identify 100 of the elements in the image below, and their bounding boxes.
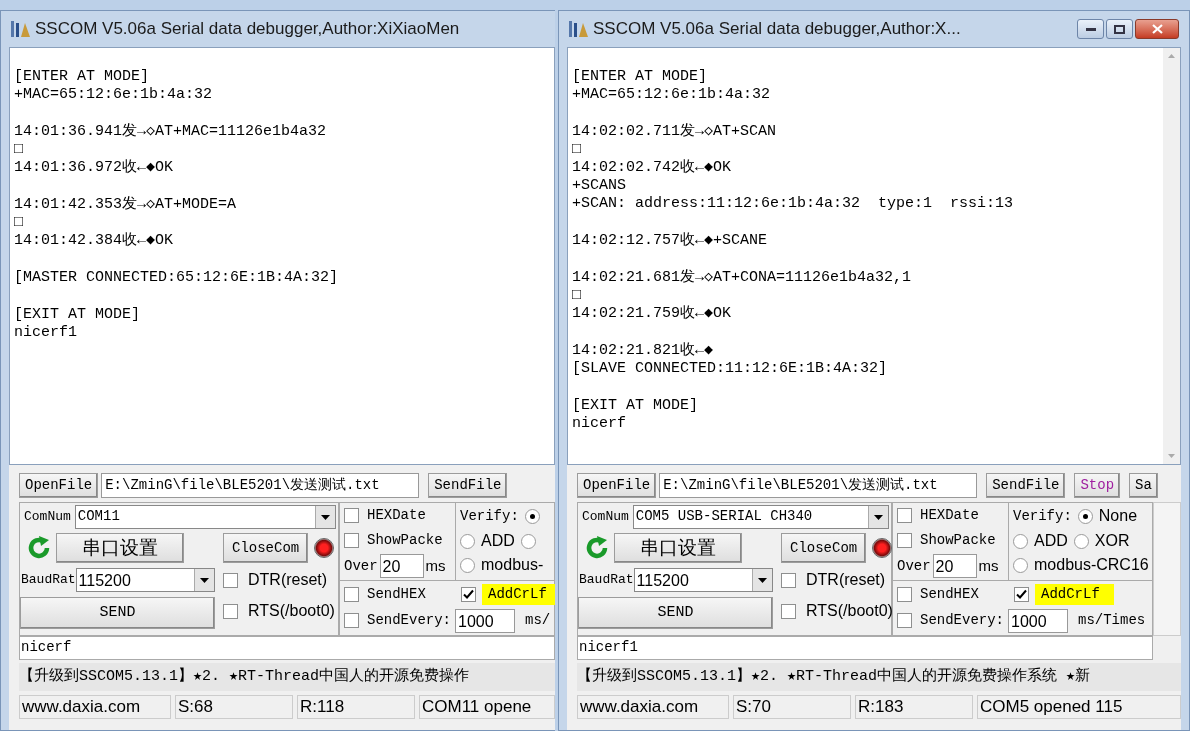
add-crlf-label: AddCrLf — [1035, 583, 1114, 605]
log-line: 14:01:36.972收←◆OK — [14, 159, 175, 177]
send-every-unit: ms/ — [524, 611, 551, 630]
log-line: nicerf1 — [14, 324, 78, 342]
over-unit: ms — [425, 555, 446, 576]
close-button[interactable] — [1135, 19, 1179, 39]
com-num-select[interactable]: COM11 — [74, 505, 336, 529]
log-line: 14:02:02.742收←◆OK — [572, 159, 733, 177]
log-line: +SCANS — [572, 177, 627, 195]
verify-label: Verify: — [460, 507, 519, 526]
over-label: Over — [897, 556, 931, 576]
open-file-button[interactable]: OpenFile — [577, 472, 657, 498]
checkbox[interactable] — [781, 603, 796, 619]
open-file-button[interactable]: OpenFile — [19, 472, 99, 498]
minimize-button[interactable] — [1077, 19, 1104, 39]
dropdown-button[interactable] — [752, 569, 772, 591]
hex-date-label: HEXDate — [367, 506, 426, 525]
send-hex-label: SendHEX — [367, 584, 426, 604]
checkbox[interactable] — [897, 508, 912, 523]
down-arrow-icon — [1168, 454, 1175, 458]
send-every-field[interactable]: 1000 — [1008, 608, 1068, 633]
log-line: [ENTER AT MODE] — [14, 68, 151, 86]
file-action-button[interactable]: Stop — [1074, 472, 1121, 498]
refresh-icon[interactable] — [584, 535, 610, 561]
news-ticker: 【升级到SSCOM5.13.1】★2. ★RT-Thread中国人的开源免费操作 — [19, 663, 555, 691]
over-field[interactable]: 20 — [932, 554, 977, 578]
log-line: 14:02:21.759收←◆OK — [572, 305, 733, 323]
radio-button[interactable] — [524, 508, 540, 524]
dropdown-button[interactable] — [194, 569, 214, 591]
send-text-field[interactable]: nicerf — [19, 636, 555, 660]
checkbox[interactable] — [1014, 586, 1029, 602]
checkbox[interactable] — [344, 508, 359, 523]
radio-button[interactable] — [460, 533, 475, 549]
radio-button[interactable] — [460, 557, 475, 573]
close-icon — [1151, 24, 1163, 34]
send-every-field[interactable]: 1000 — [455, 608, 515, 633]
log-line: [MASTER CONNECTED:65:12:6E:1B:4A:32] — [14, 269, 340, 287]
log-line: 14:01:42.353发→◇AT+MODE=A — [14, 196, 238, 214]
checkbox[interactable] — [344, 532, 359, 548]
verify-label: Verify: — [1013, 507, 1072, 526]
com-num-select[interactable]: COM5 USB-SERIAL CH340 — [632, 505, 889, 529]
log-line: [SLAVE CONNECTED:11:12:6E:1B:4A:32] — [572, 360, 889, 378]
checkbox[interactable] — [344, 613, 359, 628]
dtr-label: DTR(reset) — [248, 570, 328, 590]
log-line: 14:02:02.711发→◇AT+SCAN — [572, 123, 778, 141]
status-cell: COM5 opened 115 — [977, 695, 1181, 719]
status-cell: R:183 — [855, 695, 973, 719]
baud-rate-select[interactable]: 115200 — [633, 568, 773, 592]
file-path-field[interactable]: E:\ZminG\file\BLE5201\发送测试.txt — [101, 472, 420, 498]
checkbox[interactable] — [223, 603, 238, 619]
radio-button[interactable] — [520, 533, 536, 549]
verify-option-label: modbus- — [481, 555, 544, 575]
checkbox[interactable] — [897, 586, 912, 602]
close-com-button[interactable]: CloseCom — [223, 533, 309, 563]
log-line: +SCAN: address:11:12:6e:1b:4a:32 type:1 rssi:13 — [572, 195, 1015, 213]
maximize-button[interactable] — [1106, 19, 1133, 39]
send-button[interactable]: SEND — [20, 597, 215, 629]
serial-settings-button[interactable]: 串口设置 — [614, 533, 742, 563]
dropdown-button[interactable] — [315, 506, 335, 528]
log-line: 14:02:21.821收←◆ — [572, 342, 715, 360]
radio-button[interactable] — [1073, 533, 1089, 549]
serial-settings-button[interactable]: 串口设置 — [56, 533, 184, 563]
caret-icon — [321, 514, 330, 520]
status-cell: www.daxia.com — [577, 695, 729, 719]
checkbox[interactable] — [461, 586, 476, 602]
verify-option-label: ADD — [1034, 531, 1068, 551]
over-field[interactable]: 20 — [379, 554, 424, 578]
baud-rate-select[interactable]: 115200 — [75, 568, 215, 592]
checkbox[interactable] — [897, 532, 912, 548]
checkbox[interactable] — [897, 613, 912, 628]
verify-option-label: XOR — [1094, 531, 1130, 551]
send-hex-label: SendHEX — [920, 584, 979, 604]
radio-button[interactable] — [1013, 533, 1028, 549]
app-icon — [9, 19, 31, 39]
radio-button[interactable] — [1013, 557, 1028, 573]
log-line: 14:01:42.384收←◆OK — [14, 232, 175, 250]
send-text-field[interactable]: nicerf1 — [577, 636, 1153, 660]
status-cell: R:118 — [297, 695, 415, 719]
checkbox[interactable] — [223, 572, 238, 588]
file-path-field[interactable]: E:\ZminG\file\BLE5201\发送测试.txt — [659, 472, 978, 498]
caret-icon — [200, 577, 209, 583]
checkbox[interactable] — [344, 586, 359, 602]
file-action-button[interactable]: SendFile — [428, 472, 508, 498]
log-line: nicerf — [572, 415, 627, 433]
status-cell: COM11 opene — [419, 695, 555, 719]
scrollbar[interactable] — [1163, 48, 1180, 464]
checkbox[interactable] — [781, 572, 796, 588]
app-icon — [567, 19, 589, 39]
radio-button[interactable] — [1077, 508, 1093, 524]
com-num-label: ComNum — [581, 508, 630, 527]
status-led-icon — [872, 538, 893, 558]
file-action-button[interactable]: Sa — [1129, 472, 1158, 498]
close-com-button[interactable]: CloseCom — [781, 533, 867, 563]
dropdown-button[interactable] — [868, 506, 888, 528]
refresh-icon[interactable] — [26, 535, 52, 561]
send-button[interactable]: SEND — [578, 597, 773, 629]
baud-rate-label: BaudRat — [578, 571, 634, 590]
log-line: +MAC=65:12:6e:1b:4a:32 — [572, 86, 772, 104]
log-line: □ — [572, 141, 582, 159]
file-action-button[interactable]: SendFile — [986, 472, 1066, 498]
